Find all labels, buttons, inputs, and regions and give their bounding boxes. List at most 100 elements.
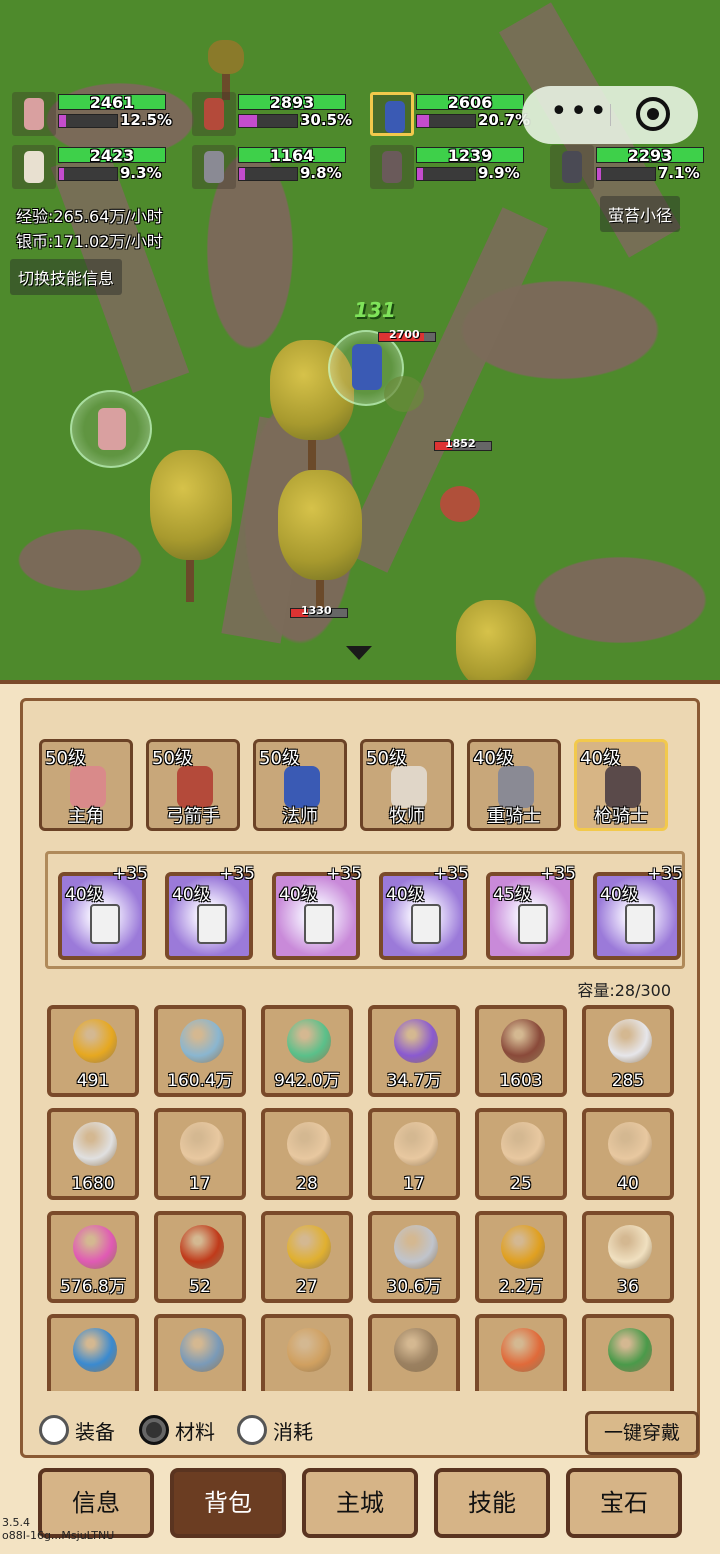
item-count: 28 [296, 1174, 318, 1194]
inventory-item[interactable]: 30.6万 [368, 1211, 460, 1303]
key-icon [287, 1225, 331, 1269]
item-count: 36 [617, 1277, 639, 1297]
inventory-item[interactable] [47, 1314, 139, 1391]
inventory-item[interactable]: 942.0万 [261, 1005, 353, 1097]
inventory-item[interactable] [368, 1314, 460, 1391]
party-avatar[interactable] [550, 145, 594, 189]
party-avatar[interactable] [370, 145, 414, 189]
xp-percent: 30.5% [300, 111, 353, 129]
turtle-icon [608, 1328, 652, 1372]
inventory-item[interactable]: 160.4万 [154, 1005, 246, 1097]
hero-slot[interactable]: 40级 重骑士 [467, 739, 561, 831]
equipment-slot[interactable]: 40级 +35 [272, 864, 362, 960]
nav-tab[interactable]: 主城 [302, 1468, 418, 1538]
inventory-item[interactable]: 1680 [47, 1108, 139, 1200]
hp-bar: 2423 [58, 146, 166, 165]
radio-button[interactable] [139, 1415, 169, 1445]
hero-slot[interactable]: 50级 主角 [39, 739, 133, 831]
more-icon[interactable]: ••• [550, 94, 609, 129]
inventory-item[interactable]: 25 [475, 1108, 567, 1200]
party-avatar[interactable] [370, 92, 414, 136]
item-count: 1603 [499, 1071, 543, 1091]
hero-name: 牧师 [389, 806, 425, 827]
party-member-card[interactable]: 2461 12.5% [12, 92, 172, 136]
inventory-item[interactable]: 36 [582, 1211, 674, 1303]
inventory-item[interactable]: 27 [261, 1211, 353, 1303]
inventory-item[interactable]: 1603 [475, 1005, 567, 1097]
filter-label: 材料 [175, 1419, 215, 1444]
fang-icon [608, 1019, 652, 1063]
xp-percent: 12.5% [120, 111, 173, 129]
inventory-item[interactable]: 40 [582, 1108, 674, 1200]
location-button[interactable]: 萤苔小径 [600, 196, 681, 232]
monster-sprite[interactable] [384, 376, 424, 412]
pufferfish-icon [287, 1328, 331, 1372]
inventory-item[interactable]: 17 [368, 1108, 460, 1200]
hp-bar: 1239 [416, 146, 524, 165]
equipment-slot[interactable]: 40级 +35 [593, 864, 683, 960]
capacity-text: 容量:28/300 [577, 981, 671, 1000]
party-avatar[interactable] [192, 92, 236, 136]
item-count: 2.2万 [498, 1277, 544, 1297]
hp-value: 2606 [447, 93, 493, 112]
party-member-card[interactable]: 2606 20.7% [370, 92, 530, 136]
close-target-icon[interactable] [636, 97, 670, 131]
hero-level: 40级 [473, 748, 514, 769]
inventory-item[interactable]: 28 [261, 1108, 353, 1200]
inventory-item[interactable]: 17 [154, 1108, 246, 1200]
equip-level: 40级 [600, 885, 639, 905]
party-avatar[interactable] [192, 145, 236, 189]
game-map[interactable]: 131 2700 1852 1330 2461 12.5% 2893 30.5% 260… [0, 0, 720, 690]
party-member-card[interactable]: 2293 7.1% [550, 145, 710, 189]
inventory-item[interactable] [582, 1314, 674, 1391]
party-avatar[interactable] [12, 145, 56, 189]
hero-shield-bubble [70, 390, 152, 468]
version-text: 3.5.4 o88I-16g...MsjuLTNU [2, 1516, 115, 1542]
inventory-item[interactable]: 491 [47, 1005, 139, 1097]
nav-tab[interactable]: 宝石 [566, 1468, 682, 1538]
equipment-slot[interactable]: 45级 +35 [486, 864, 576, 960]
equipment-slot[interactable]: 40级 +35 [379, 864, 469, 960]
equipment-slot[interactable]: 40级 +35 [58, 864, 148, 960]
party-member-card[interactable]: 2893 30.5% [192, 92, 352, 136]
gold-ore-icon [501, 1225, 545, 1269]
scroll-icon [501, 1122, 545, 1166]
filter-radio[interactable]: 材料 [139, 1415, 215, 1445]
radio-button[interactable] [39, 1415, 69, 1445]
nav-tab[interactable]: 技能 [434, 1468, 550, 1538]
equip-all-button[interactable]: 一键穿戴 [585, 1411, 699, 1455]
down-arrow-icon[interactable] [346, 646, 372, 660]
hero-slot[interactable]: 50级 牧师 [360, 739, 454, 831]
hp-value: 2293 [627, 146, 673, 165]
enemy-hp-bar: 1330 [290, 604, 348, 618]
armor-icon [304, 904, 334, 944]
filter-radio[interactable]: 装备 [39, 1415, 115, 1445]
party-member-card[interactable]: 1164 9.8% [192, 145, 352, 189]
inventory-item[interactable] [154, 1314, 246, 1391]
inventory-item[interactable]: 2.2万 [475, 1211, 567, 1303]
hero-slot[interactable]: 50级 弓箭手 [146, 739, 240, 831]
enemy-hp-bar: 2700 [378, 328, 436, 342]
inventory-item[interactable] [475, 1314, 567, 1391]
inventory-item[interactable]: 285 [582, 1005, 674, 1097]
radio-button[interactable] [237, 1415, 267, 1445]
toggle-skill-info-button[interactable]: 切换技能信息 [10, 259, 123, 295]
party-member-card[interactable]: 1239 9.9% [370, 145, 530, 189]
enemy-hp-bar: 1852 [434, 437, 492, 451]
hp-value: 2423 [89, 146, 135, 165]
inventory-grid[interactable]: 491 160.4万 942.0万 34.7万 1603 285 1680 17 28 17 25 4… [47, 1005, 687, 1391]
nav-tab[interactable]: 背包 [170, 1468, 286, 1538]
filter-radio[interactable]: 消耗 [237, 1415, 313, 1445]
inventory-item[interactable]: 576.8万 [47, 1211, 139, 1303]
item-count: 25 [510, 1174, 532, 1194]
equip-level: 45级 [493, 885, 532, 905]
party-member-card[interactable]: 2423 9.3% [12, 145, 172, 189]
inventory-item[interactable]: 52 [154, 1211, 246, 1303]
hero-slot[interactable]: 40级 枪骑士 [574, 739, 668, 831]
monster-sprite[interactable] [440, 486, 480, 522]
hero-slot[interactable]: 50级 法师 [253, 739, 347, 831]
equipment-slot[interactable]: 40级 +35 [165, 864, 255, 960]
inventory-item[interactable] [261, 1314, 353, 1391]
party-avatar[interactable] [12, 92, 56, 136]
inventory-item[interactable]: 34.7万 [368, 1005, 460, 1097]
